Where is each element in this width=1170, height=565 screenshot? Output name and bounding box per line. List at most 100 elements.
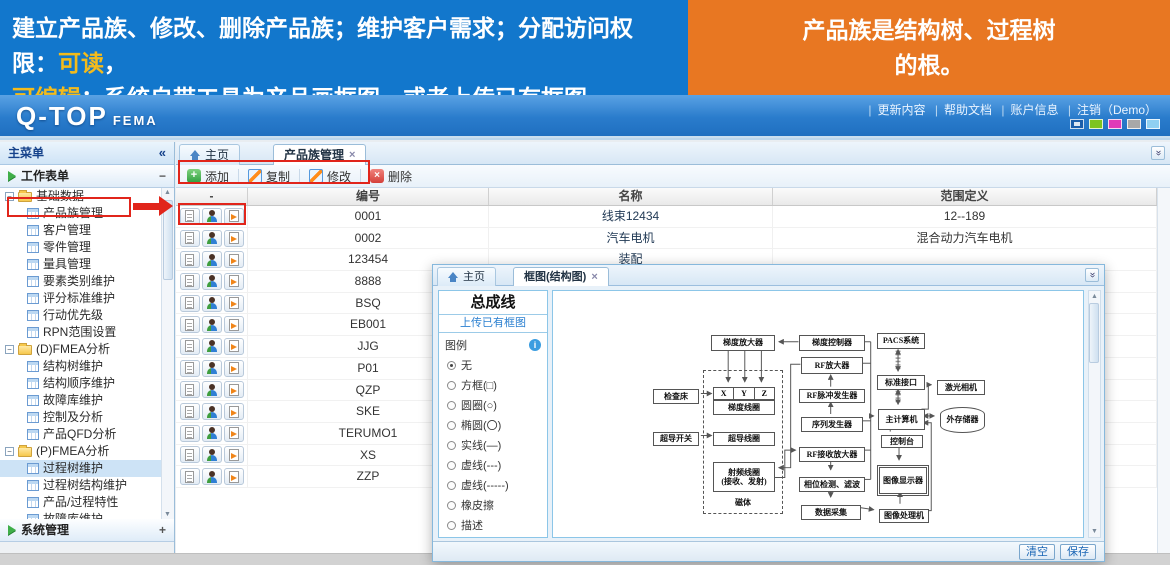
header-range[interactable]: 范围定义 bbox=[773, 188, 1157, 205]
sidebar-section-worksheets[interactable]: 工作表单 − bbox=[0, 165, 174, 188]
sidebar-folder-dfmea[interactable]: (D)FMEA分析 bbox=[0, 341, 174, 358]
radio-icon[interactable] bbox=[447, 381, 456, 390]
clear-button[interactable]: 清空 bbox=[1019, 544, 1055, 560]
sidebar-item-process-tree[interactable]: 过程树维护 bbox=[0, 460, 174, 477]
sidebar-item-structure-tree[interactable]: 结构树维护 bbox=[0, 358, 174, 375]
sidebar-item-product-qfd[interactable]: 产品QFD分析 bbox=[0, 426, 174, 443]
copy-button[interactable]: 复制 bbox=[245, 167, 293, 186]
diagram-canvas[interactable]: 检查床 梯度放大器 梯度控制器 PACS系统 RF放大器 标准接口 激光相机 X… bbox=[552, 290, 1084, 538]
row-detail-button[interactable] bbox=[180, 360, 200, 377]
row-user-button[interactable] bbox=[202, 251, 222, 268]
link-update-content[interactable]: 更新内容 bbox=[878, 103, 926, 117]
row-user-button[interactable] bbox=[202, 316, 222, 333]
sidebar-item-product-process-char[interactable]: 产品/过程特性 bbox=[0, 494, 174, 511]
row-user-button[interactable] bbox=[202, 403, 222, 420]
tab-close-icon[interactable]: × bbox=[349, 145, 355, 165]
legend-option-eraser[interactable]: 橡皮擦 bbox=[439, 495, 547, 515]
legend-option-dashed-line[interactable]: 虚线(---) bbox=[439, 455, 547, 475]
sidebar-item-failure-lib-p[interactable]: 故障库维护 bbox=[0, 511, 174, 519]
row-user-button[interactable] bbox=[202, 381, 222, 398]
row-user-button[interactable] bbox=[202, 360, 222, 377]
row-user-button[interactable] bbox=[202, 446, 222, 463]
sidebar-item-rpn-range[interactable]: RPN范围设置 bbox=[0, 324, 174, 341]
row-export-button[interactable] bbox=[224, 338, 244, 355]
header-name[interactable]: 名称 bbox=[489, 188, 773, 205]
link-logout[interactable]: 注销（Demo） bbox=[1077, 103, 1157, 117]
table-scrollbar[interactable] bbox=[1157, 188, 1170, 555]
scrollbar-thumb[interactable] bbox=[163, 200, 173, 280]
row-export-button[interactable] bbox=[224, 425, 244, 442]
legend-option-dotted-line[interactable]: 虚线(-----) bbox=[439, 475, 547, 495]
expander-icon[interactable] bbox=[5, 447, 14, 456]
expander-icon[interactable] bbox=[5, 192, 14, 201]
sidebar-item-element-category[interactable]: 要素类别维护 bbox=[0, 273, 174, 290]
sidebar-item-product-family-mgmt[interactable]: 产品族管理 bbox=[0, 205, 174, 222]
theme-swatch-gray[interactable] bbox=[1127, 119, 1141, 129]
radio-icon[interactable] bbox=[447, 521, 456, 530]
row-export-button[interactable] bbox=[224, 360, 244, 377]
link-account-info[interactable]: 账户信息 bbox=[1011, 103, 1059, 117]
canvas-scrollbar[interactable] bbox=[1088, 290, 1101, 538]
sidebar-folder-base-data[interactable]: 基础数据 bbox=[0, 188, 174, 205]
tab-product-family-mgmt[interactable]: 产品族管理 × bbox=[273, 144, 366, 165]
row-user-button[interactable] bbox=[202, 468, 222, 485]
header-code[interactable]: 编号 bbox=[248, 188, 489, 205]
sidebar-item-customer-mgmt[interactable]: 客户管理 bbox=[0, 222, 174, 239]
row-detail-button[interactable] bbox=[180, 338, 200, 355]
radio-icon[interactable] bbox=[447, 481, 456, 490]
expander-icon[interactable] bbox=[5, 345, 14, 354]
radio-icon[interactable] bbox=[447, 361, 456, 370]
row-export-button[interactable] bbox=[224, 403, 244, 420]
edit-button[interactable]: 修改 bbox=[306, 167, 354, 186]
legend-option-solid-line[interactable]: 实线(—) bbox=[439, 435, 547, 455]
row-user-button[interactable] bbox=[202, 338, 222, 355]
sidebar-item-scoring-standard[interactable]: 评分标准维护 bbox=[0, 290, 174, 307]
sidebar-item-part-mgmt[interactable]: 零件管理 bbox=[0, 239, 174, 256]
row-detail-button[interactable] bbox=[180, 446, 200, 463]
radio-icon[interactable] bbox=[447, 401, 456, 410]
legend-option-none[interactable]: 无 bbox=[439, 355, 547, 375]
theme-swatch-green[interactable] bbox=[1089, 119, 1103, 129]
row-export-button[interactable] bbox=[224, 316, 244, 333]
tab-home[interactable]: 主页 bbox=[179, 144, 240, 165]
row-export-button[interactable] bbox=[224, 381, 244, 398]
row-detail-button[interactable] bbox=[180, 425, 200, 442]
row-export-button[interactable] bbox=[224, 295, 244, 312]
row-user-button[interactable] bbox=[202, 208, 222, 225]
row-user-button[interactable] bbox=[202, 425, 222, 442]
tab-overflow-chevron-icon[interactable]: » bbox=[1151, 146, 1165, 160]
row-detail-button[interactable] bbox=[180, 273, 200, 290]
radio-icon[interactable] bbox=[447, 501, 456, 510]
sidebar-item-failure-lib[interactable]: 故障库维护 bbox=[0, 392, 174, 409]
overlay-tab-block-diagram[interactable]: 框图(结构图) × bbox=[513, 267, 609, 286]
delete-button[interactable]: 删除 bbox=[367, 167, 415, 186]
section-collapse-toggle[interactable]: − bbox=[159, 165, 166, 187]
section-expand-toggle[interactable]: + bbox=[159, 519, 166, 541]
sidebar-collapse-icon[interactable]: « bbox=[159, 142, 166, 164]
sidebar-item-gauge-mgmt[interactable]: 量具管理 bbox=[0, 256, 174, 273]
row-detail-button[interactable] bbox=[180, 208, 200, 225]
row-user-button[interactable] bbox=[202, 295, 222, 312]
sidebar-item-action-priority[interactable]: 行动优先级 bbox=[0, 307, 174, 324]
legend-option-circle[interactable]: 圆圈(○) bbox=[439, 395, 547, 415]
row-detail-button[interactable] bbox=[180, 468, 200, 485]
legend-option-ellipse[interactable]: 椭圆(〇) bbox=[439, 415, 547, 435]
sidebar-folder-pfmea[interactable]: (P)FMEA分析 bbox=[0, 443, 174, 460]
radio-icon[interactable] bbox=[447, 441, 456, 450]
row-detail-button[interactable] bbox=[180, 381, 200, 398]
theme-swatch-magenta[interactable] bbox=[1108, 119, 1122, 129]
legend-option-rect[interactable]: 方框(□) bbox=[439, 375, 547, 395]
row-user-button[interactable] bbox=[202, 273, 222, 290]
sidebar-item-process-tree-structure[interactable]: 过程树结构维护 bbox=[0, 477, 174, 494]
link-help-docs[interactable]: 帮助文档 bbox=[944, 103, 992, 117]
theme-swatch-lightblue[interactable] bbox=[1146, 119, 1160, 129]
sidebar-item-structure-order[interactable]: 结构顺序维护 bbox=[0, 375, 174, 392]
tab-close-icon[interactable]: × bbox=[591, 268, 597, 286]
table-row[interactable]: 0002汽车电机混合动力汽车电机 bbox=[176, 228, 1170, 250]
row-user-button[interactable] bbox=[202, 230, 222, 247]
row-export-button[interactable] bbox=[224, 446, 244, 463]
add-button[interactable]: 添加 bbox=[184, 167, 232, 186]
radio-icon[interactable] bbox=[447, 461, 456, 470]
tab-overflow-chevron-icon[interactable]: » bbox=[1085, 268, 1099, 282]
row-detail-button[interactable] bbox=[180, 230, 200, 247]
